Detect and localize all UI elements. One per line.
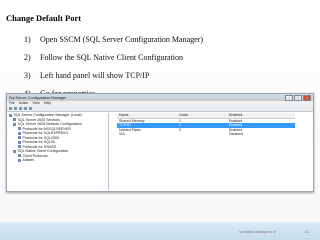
protocol-icon xyxy=(18,136,21,140)
refresh-icon[interactable] xyxy=(24,107,27,110)
slide-heading: Change Default Port xyxy=(6,13,82,23)
network-icon xyxy=(13,122,16,126)
step-item: 2) Follow the SQL Native Client Configura… xyxy=(24,51,203,69)
step-item: 1) Open SSCM (SQL Server Configuration Ma… xyxy=(24,33,203,51)
menu-view[interactable]: View xyxy=(32,101,40,106)
tree-node[interactable]: Aliases xyxy=(8,158,108,163)
sscm-screenshot: Sql Server Configuration Manager – □ × F… xyxy=(6,93,314,192)
step-number: 2) xyxy=(24,53,31,62)
maximize-button[interactable]: □ xyxy=(294,94,302,101)
protocol-icon xyxy=(18,154,21,158)
row-order xyxy=(179,132,229,137)
menu-file[interactable]: File xyxy=(9,101,15,106)
step-number: 3) xyxy=(24,71,31,80)
server-icon xyxy=(9,113,12,117)
protocol-icon xyxy=(18,145,21,149)
protocol-icon xyxy=(18,131,21,135)
column-header-enabled[interactable]: Enabled xyxy=(229,113,289,118)
up-icon[interactable] xyxy=(19,107,22,110)
slide: Change Default Port 1) Open SSCM (SQL Ser… xyxy=(0,0,320,240)
tree-panel: SQL Server Configuration Manager (Local)… xyxy=(8,113,109,190)
properties-icon[interactable] xyxy=(29,107,32,110)
tree-label: Aliases xyxy=(22,158,35,162)
row-name: VIA xyxy=(119,132,125,136)
forward-icon[interactable] xyxy=(14,107,17,110)
close-button[interactable]: × xyxy=(303,94,311,101)
step-number: 1) xyxy=(24,35,31,44)
column-header-order[interactable]: Order xyxy=(179,113,229,118)
back-icon[interactable] xyxy=(9,107,12,110)
step-item: 3) Left hand panel will show TCP/IP xyxy=(24,69,203,87)
protocol-list: Name Order Enabled Shared Memory 1 Enabl… xyxy=(117,113,295,137)
alias-icon xyxy=(18,158,21,162)
client-icon xyxy=(13,149,16,153)
step-text: Follow the SQL Native Client Configurati… xyxy=(40,53,184,62)
protocol-icon xyxy=(18,127,21,131)
window-titlebar: Sql Server Configuration Manager – □ × xyxy=(7,94,313,101)
minimize-button[interactable]: – xyxy=(285,94,293,101)
list-row[interactable]: VIA Disabled xyxy=(117,132,295,137)
page-number: 41 xyxy=(304,229,309,234)
window-body: SQL Server Configuration Manager (Local)… xyxy=(7,112,313,191)
protocol-icon xyxy=(18,140,21,144)
menu-action[interactable]: Action xyxy=(19,101,29,106)
footer-email: sunil@sunilkapoor.in xyxy=(239,229,276,234)
column-header-name[interactable]: Name xyxy=(117,113,179,118)
step-text: Open SSCM (SQL Server Configuration Mana… xyxy=(40,35,204,44)
step-text: Left hand panel will show TCP/IP xyxy=(40,71,150,80)
services-icon xyxy=(13,118,16,122)
window-title: Sql Server Configuration Manager xyxy=(9,95,67,100)
menu-help[interactable]: Help xyxy=(44,101,51,106)
row-enabled: Disabled xyxy=(229,132,243,136)
